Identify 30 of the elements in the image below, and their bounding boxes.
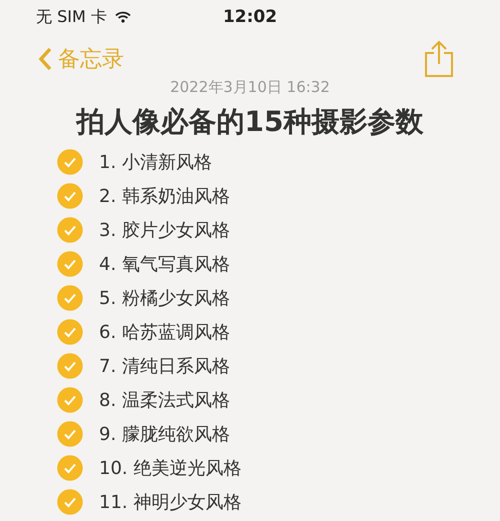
checklist-item-text: 9. 朦胧纯欲风格 xyxy=(99,423,230,446)
wifi-icon xyxy=(114,11,131,23)
carrier-text: 无 SIM 卡 xyxy=(36,6,107,28)
checkbox[interactable] xyxy=(57,285,83,311)
checkbox[interactable] xyxy=(57,455,83,481)
checklist-item-text: 10. 绝美逆光风格 xyxy=(99,457,242,480)
checklist-item-text: 5. 粉橘少女风格 xyxy=(99,287,230,310)
checklist-item-text: 4. 氧气写真风格 xyxy=(99,253,230,276)
checklist-item-text: 2. 韩系奶油风格 xyxy=(99,185,230,208)
back-button[interactable]: 备忘录 xyxy=(38,44,124,74)
checkbox[interactable] xyxy=(57,353,83,379)
checkbox[interactable] xyxy=(57,217,83,243)
clock-time: 12:02 xyxy=(222,7,278,27)
checklist-item-text: 7. 清纯日系风格 xyxy=(99,355,230,378)
checkbox[interactable] xyxy=(57,319,83,345)
checklist-item-text: 11. 神明少女风格 xyxy=(99,491,242,514)
share-icon[interactable] xyxy=(424,40,454,78)
note-title: 拍人像必备的15种摄影参数 xyxy=(74,104,424,140)
checklist-item-text: 6. 哈苏蓝调风格 xyxy=(99,321,230,344)
chevron-left-icon xyxy=(38,47,52,71)
checklist-item-text: 1. 小清新风格 xyxy=(99,151,212,174)
checklist-item-text: 3. 胶片少女风格 xyxy=(99,219,230,242)
checkbox[interactable] xyxy=(57,421,83,447)
checkbox[interactable] xyxy=(57,489,83,515)
checkbox[interactable] xyxy=(57,149,83,175)
checkbox[interactable] xyxy=(57,251,83,277)
note-date: 2022年3月10日 16:32 xyxy=(169,78,331,97)
checkbox[interactable] xyxy=(57,387,83,413)
checkbox[interactable] xyxy=(57,183,83,209)
checklist-item-text: 8. 温柔法式风格 xyxy=(99,389,230,412)
